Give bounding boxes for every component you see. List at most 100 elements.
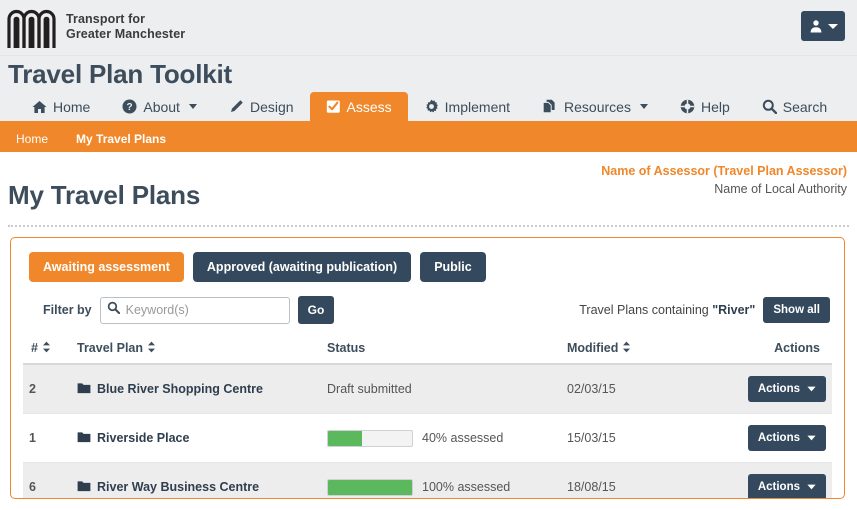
nav-label: Help <box>700 98 730 115</box>
site-title: Travel Plan Toolkit <box>8 59 233 89</box>
column-label: Modified <box>567 341 619 355</box>
column-label: Travel Plan <box>77 341 144 355</box>
row-status: 100% assessed <box>321 462 561 498</box>
column-header-actions: Actions <box>741 336 832 365</box>
column-header-number[interactable]: # <box>23 336 71 365</box>
user-icon <box>809 19 823 33</box>
column-label: Actions <box>774 340 820 355</box>
row-actions: Actions <box>741 413 832 463</box>
actions-label: Actions <box>757 383 800 395</box>
nav-item-design[interactable]: Design <box>213 92 310 121</box>
brand-line-1: Transport for <box>66 12 146 27</box>
nav-label: Resources <box>564 98 631 115</box>
nav-item-about[interactable]: ? About <box>106 92 213 121</box>
breadcrumb: Home My Travel Plans <box>0 125 857 152</box>
status-cell: 100% assessed <box>327 478 555 496</box>
row-actions: Actions <box>741 364 832 414</box>
row-number: 1 <box>23 413 71 463</box>
nav-item-search[interactable]: Search <box>746 92 843 121</box>
status-tabs: Awaiting assessment Approved (awaiting p… <box>11 238 844 282</box>
travel-plan-name: Riverside Place <box>97 431 190 445</box>
row-travel-plan: River Way Business Centre <box>71 462 321 498</box>
sort-icon[interactable] <box>622 341 631 356</box>
progress-fill <box>328 479 412 495</box>
column-label: # <box>31 341 38 355</box>
actions-label: Actions <box>757 481 800 493</box>
gear-icon <box>424 99 439 114</box>
column-header-travel-plan[interactable]: Travel Plan <box>71 336 321 365</box>
row-number: 2 <box>23 364 71 414</box>
assessor-name: Name of Assessor (Travel Plan Assessor) <box>601 164 847 178</box>
nav-label: Assess <box>346 98 392 115</box>
table-row[interactable]: 2 Blue River Shopping Centre Draft submi… <box>23 364 832 414</box>
nav-label: Design <box>249 98 294 115</box>
travel-plan-name: River Way Business Centre <box>97 480 260 494</box>
status-text: 100% assessed <box>422 480 511 494</box>
nav-item-help[interactable]: Help <box>664 92 746 121</box>
local-authority-name: Name of Local Authority <box>714 182 847 197</box>
status-text: Draft submitted <box>327 382 412 396</box>
tab-approved-awaiting-publication[interactable]: Approved (awaiting publication) <box>192 252 412 282</box>
breadcrumb-item-home[interactable]: Home <box>16 132 48 146</box>
question-circle-icon: ? <box>122 99 137 114</box>
filter-row: Filter by Go Travel Plans containing "Ri… <box>11 282 844 324</box>
search-icon <box>762 99 777 114</box>
row-travel-plan: Riverside Place <box>71 413 321 463</box>
assessment-progress-bar <box>327 478 413 496</box>
sort-icon[interactable] <box>42 341 51 356</box>
row-modified: 15/03/15 <box>561 413 741 463</box>
search-input[interactable] <box>119 302 283 318</box>
containing-prefix: Travel Plans containing <box>579 303 713 317</box>
column-header-status: Status <box>321 336 561 365</box>
nav-label: Implement <box>444 98 511 115</box>
folder-icon <box>77 431 91 446</box>
filter-search-box[interactable] <box>99 296 290 324</box>
nav-item-resources[interactable]: Resources <box>526 92 664 121</box>
page-header: Name of Assessor (Travel Plan Assessor) … <box>0 152 857 219</box>
travel-plan-link[interactable]: Blue River Shopping Centre <box>77 382 263 397</box>
travel-plan-name: Blue River Shopping Centre <box>97 382 263 396</box>
svg-text:?: ? <box>127 102 133 113</box>
containing-term: "River" <box>712 303 756 317</box>
sort-icon[interactable] <box>147 341 156 356</box>
show-all-button[interactable]: Show all <box>763 297 830 323</box>
user-menu-button[interactable] <box>801 11 845 41</box>
status-cell: 40% assessed <box>327 429 555 447</box>
brand-logo[interactable]: Transport for Greater Manchester <box>6 4 185 50</box>
folder-icon <box>77 382 91 397</box>
main-navigation: Home ? About Design Assess Implement Res… <box>0 92 857 125</box>
actions-button[interactable]: Actions <box>747 376 826 402</box>
copy-files-icon <box>542 99 558 114</box>
nav-item-implement[interactable]: Implement <box>408 92 526 121</box>
actions-label: Actions <box>757 432 800 444</box>
go-button[interactable]: Go <box>297 296 335 324</box>
nav-label: Search <box>782 98 828 115</box>
travel-plan-link[interactable]: River Way Business Centre <box>77 480 259 495</box>
chevron-down-icon <box>188 104 197 109</box>
travel-plans-table: # Travel Plan Status Modified Actions 2 <box>23 336 832 498</box>
nav-item-assess[interactable]: Assess <box>309 92 408 121</box>
row-status: 40% assessed <box>321 413 561 463</box>
actions-button[interactable]: Actions <box>747 474 826 498</box>
site-header: Transport for Greater Manchester <box>0 0 857 56</box>
column-label: Status <box>327 340 366 355</box>
tab-awaiting-assessment[interactable]: Awaiting assessment <box>29 252 184 282</box>
breadcrumb-item-current[interactable]: My Travel Plans <box>76 132 166 146</box>
actions-button[interactable]: Actions <box>747 425 826 451</box>
travel-plan-link[interactable]: Riverside Place <box>77 431 189 446</box>
nav-item-home[interactable]: Home <box>16 92 106 121</box>
travel-plans-panel: Awaiting assessment Approved (awaiting p… <box>10 237 845 499</box>
row-actions: Actions <box>741 462 832 498</box>
divider <box>8 225 849 227</box>
table-row[interactable]: 6 River Way Business Centre 100% assesse… <box>23 462 832 498</box>
progress-fill <box>328 430 362 446</box>
lifebuoy-icon <box>680 99 695 114</box>
brand-line-2: Greater Manchester <box>66 27 186 41</box>
column-header-modified[interactable]: Modified <box>561 336 741 365</box>
tab-public[interactable]: Public <box>420 252 486 282</box>
search-icon <box>107 301 120 319</box>
nav-label: Home <box>53 98 91 115</box>
table-header-row: # Travel Plan Status Modified Actions <box>23 336 832 365</box>
table-row[interactable]: 1 Riverside Place 40% assessed 15/03/15 … <box>23 413 832 463</box>
chevron-down-icon <box>807 383 816 395</box>
